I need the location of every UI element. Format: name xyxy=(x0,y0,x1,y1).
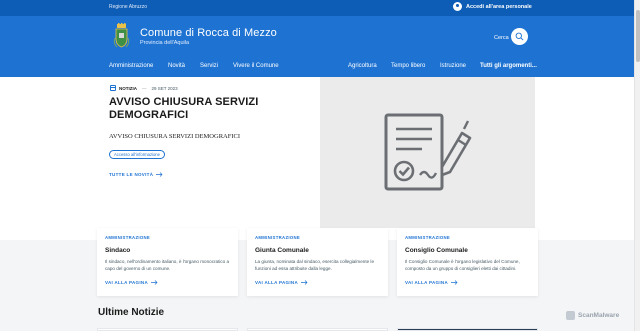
calendar-icon xyxy=(110,85,116,91)
site-subtitle: Provincia dell'Aquila xyxy=(140,40,190,46)
shield-icon xyxy=(566,311,575,320)
card-link-label: VAI ALLA PAGINA xyxy=(105,280,148,285)
card-text: Il sindaco, nell'ordinamento italiano, è… xyxy=(105,259,230,271)
card-giunta[interactable]: AMMINISTRAZIONE Giunta Comunale La giunt… xyxy=(247,228,388,296)
search-button[interactable] xyxy=(511,28,528,45)
card-category: AMMINISTRAZIONE xyxy=(405,235,451,240)
scrollbar-thumb[interactable] xyxy=(636,10,640,62)
meta-separator: — xyxy=(142,85,147,91)
arrow-right-icon xyxy=(151,280,158,285)
hero-meta: NOTIZIA — 29 SET 2023 xyxy=(110,85,178,91)
card-sindaco[interactable]: AMMINISTRAZIONE Sindaco Il sindaco, nell… xyxy=(97,228,238,296)
arrow-right-icon xyxy=(301,280,308,285)
topic-chip[interactable]: Accesso all'informazione xyxy=(109,150,165,159)
nav-item-vivere[interactable]: Vivere il Comune xyxy=(233,63,279,69)
nav-item-tempo-libero[interactable]: Tempo libero xyxy=(391,63,425,69)
site-title[interactable]: Comune di Rocca di Mezzo xyxy=(140,27,277,39)
top-bar: Regione Abruzzo Accedi all'area personal… xyxy=(0,0,634,16)
search-label: Cerca xyxy=(494,35,509,41)
nav-item-agricoltura[interactable]: Agricoltura xyxy=(348,63,377,69)
card-link[interactable]: VAI ALLA PAGINA xyxy=(255,280,308,285)
arrow-right-icon xyxy=(451,280,458,285)
nav-item-all-topics[interactable]: Tutti gli argomenti... xyxy=(480,63,537,69)
login-button[interactable]: Accedi all'area personale xyxy=(453,2,532,11)
municipal-crest-icon[interactable] xyxy=(113,23,130,50)
card-link[interactable]: VAI ALLA PAGINA xyxy=(105,280,158,285)
user-icon xyxy=(453,2,462,11)
hero-type: NOTIZIA xyxy=(119,85,137,91)
card-text: Il Consiglio Comunale è l'organo legisla… xyxy=(405,259,520,271)
card-link-label: VAI ALLA PAGINA xyxy=(405,280,448,285)
document-signature-icon xyxy=(384,113,472,191)
scanmalware-watermark: ScanMalware xyxy=(566,311,619,320)
watermark-label: ScanMalware xyxy=(578,312,620,319)
region-link[interactable]: Regione Abruzzo xyxy=(109,4,147,10)
card-title[interactable]: Consiglio Comunale xyxy=(405,247,468,254)
card-link-label: VAI ALLA PAGINA xyxy=(255,280,298,285)
latest-news-title: Ultime Notizie xyxy=(98,307,165,318)
main-nav: Amministrazione Novità Servizi Vivere il… xyxy=(0,63,634,77)
nav-item-servizi[interactable]: Servizi xyxy=(200,63,218,69)
hero-description: AVVISO CHIUSURA SERVIZI DEMOGRAFICI xyxy=(109,133,240,140)
hero-image[interactable] xyxy=(320,77,535,228)
arrow-right-icon xyxy=(156,172,163,177)
site-header: Comune di Rocca di Mezzo Provincia dell'… xyxy=(0,16,634,77)
card-title[interactable]: Sindaco xyxy=(105,247,130,254)
card-title[interactable]: Giunta Comunale xyxy=(255,247,309,254)
search-icon xyxy=(515,32,524,41)
hero-date: 29 SET 2023 xyxy=(151,85,178,91)
nav-item-istruzione[interactable]: Istruzione xyxy=(440,63,466,69)
card-category: AMMINISTRAZIONE xyxy=(255,235,301,240)
card-category: AMMINISTRAZIONE xyxy=(105,235,151,240)
card-link[interactable]: VAI ALLA PAGINA xyxy=(405,280,458,285)
page-scrollbar[interactable] xyxy=(634,0,640,331)
all-news-link[interactable]: TUTTE LE NOVITÀ xyxy=(109,172,163,177)
nav-item-amministrazione[interactable]: Amministrazione xyxy=(109,63,153,69)
nav-item-novita[interactable]: Novità xyxy=(168,63,185,69)
hero-title[interactable]: AVVISO CHIUSURA SERVIZI DEMOGRAFICI xyxy=(109,96,309,122)
all-news-label: TUTTE LE NOVITÀ xyxy=(109,172,154,177)
login-label: Accedi all'area personale xyxy=(466,3,532,10)
card-consiglio[interactable]: AMMINISTRAZIONE Consiglio Comunale Il Co… xyxy=(397,228,538,296)
card-text: La giunta, nominata dal sindaco, esercit… xyxy=(255,259,375,271)
